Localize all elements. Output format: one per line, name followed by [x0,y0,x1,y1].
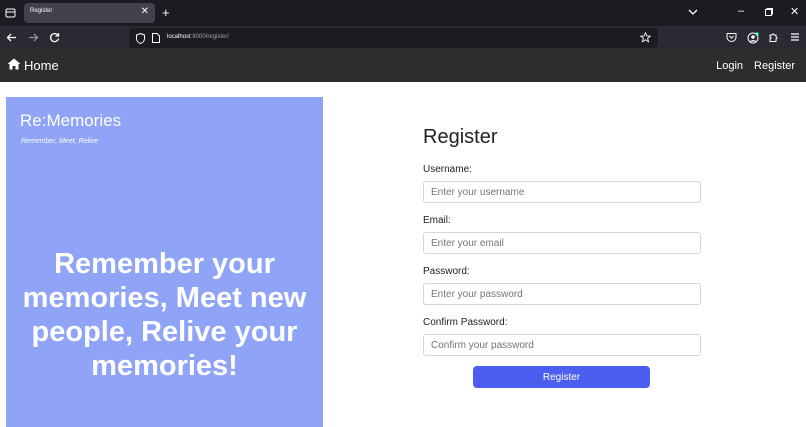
extensions-icon[interactable] [768,32,779,46]
site-header: Home Login Register [0,50,806,82]
forward-icon[interactable] [28,32,39,46]
browser-toolbar: localhost:8000/register/ [0,26,806,50]
confirm-password-label: Confirm Password: [423,317,508,328]
reload-icon[interactable] [49,32,60,46]
shield-icon[interactable] [136,32,145,47]
username-label: Username: [423,164,472,175]
hero-panel: Re:Memories Remember, Meet, Relive Remem… [6,97,323,427]
back-icon[interactable] [6,32,17,46]
minimize-icon[interactable]: – [738,6,744,17]
menu-icon[interactable] [790,32,800,45]
email-input[interactable] [423,232,701,254]
url-bar[interactable]: localhost:8000/register/ [129,28,658,48]
hero-headline: Remember your memories, Meet new people,… [22,248,307,382]
chevron-down-icon[interactable] [688,8,698,19]
tab-list-icon[interactable] [5,7,16,21]
home-label: Home [24,58,59,73]
browser-tab[interactable]: Register ✕ [24,3,155,23]
form-title: Register [423,126,498,148]
home-icon [7,58,21,73]
home-link[interactable]: Home [7,58,59,73]
login-link[interactable]: Login [716,60,743,72]
url-path: :8000/register/ [190,34,230,40]
browser-tab-bar: Register ✕ + – ✕ [0,0,806,26]
restore-icon[interactable] [765,8,773,19]
account-icon[interactable] [747,32,759,47]
tab-title: Register [30,8,53,14]
pocket-icon[interactable] [726,32,737,46]
close-window-icon[interactable]: ✕ [790,7,799,18]
password-input[interactable] [423,283,701,305]
register-link[interactable]: Register [754,60,795,72]
new-tab-icon[interactable]: + [162,6,170,19]
url-text[interactable]: localhost:8000/register/ [167,34,229,40]
page-icon[interactable] [152,33,160,46]
header-nav: Login Register [716,60,795,72]
url-host: localhost [167,34,191,40]
confirm-password-input[interactable] [423,334,701,356]
bookmark-star-icon[interactable] [639,31,652,46]
email-label: Email: [423,215,451,226]
password-label: Password: [423,266,470,277]
brand-tagline: Remember, Meet, Relive [21,138,99,145]
register-button[interactable]: Register [473,366,650,388]
brand-title: Re:Memories [20,111,122,130]
close-icon[interactable]: ✕ [141,7,149,17]
username-input[interactable] [423,181,701,203]
